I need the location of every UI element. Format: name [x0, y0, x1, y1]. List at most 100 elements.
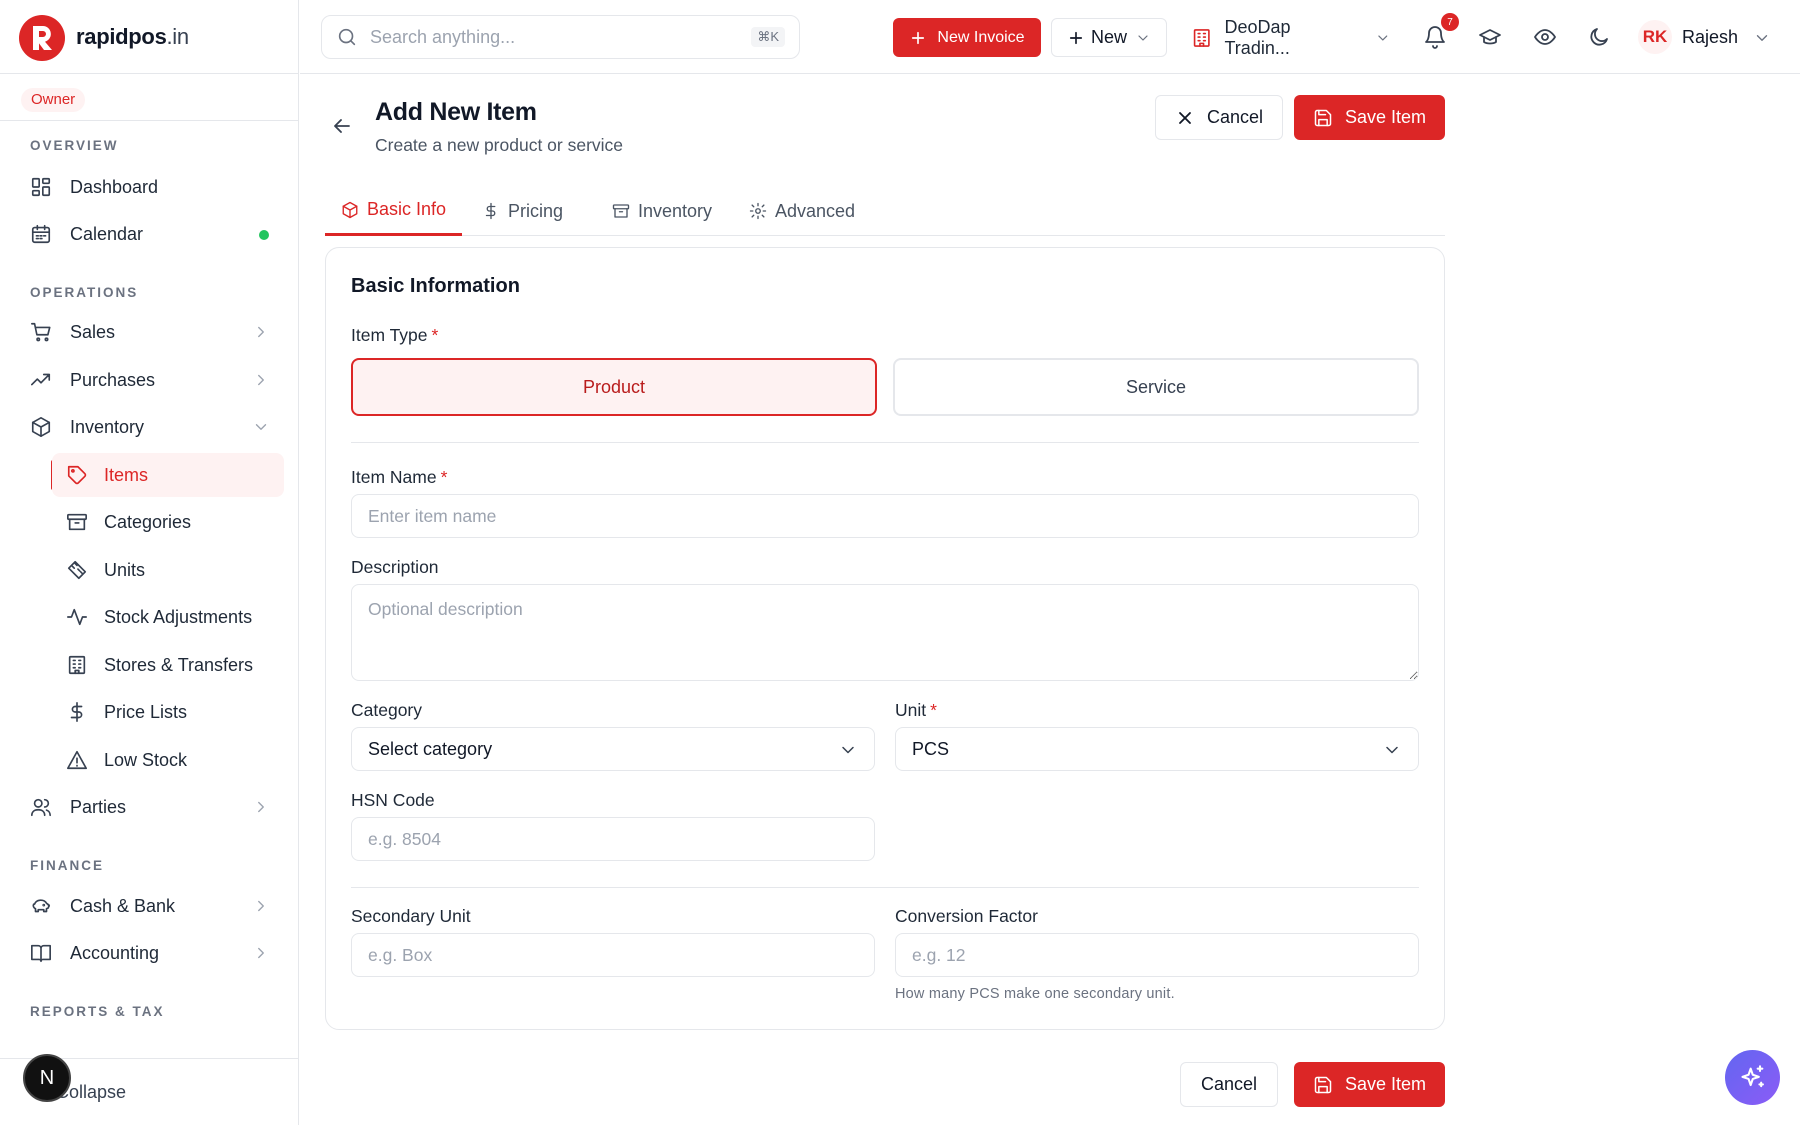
- tab-label: Pricing: [508, 200, 564, 221]
- hsn-code-input[interactable]: [351, 817, 875, 861]
- cancel-button-bottom[interactable]: Cancel: [1180, 1062, 1278, 1107]
- sidebar-item-units[interactable]: Units: [52, 548, 284, 592]
- sidebar-item-stock-adjustments[interactable]: Stock Adjustments: [52, 595, 284, 639]
- sidebar-item-categories[interactable]: Categories: [52, 500, 284, 544]
- hsn-code-label: HSN Code: [351, 790, 435, 810]
- sparkles-icon: [1740, 1064, 1764, 1087]
- unit-select[interactable]: PCS: [895, 727, 1419, 771]
- company-name: DeoDap Tradin...: [1224, 16, 1291, 58]
- package-icon: [342, 201, 358, 218]
- sidebar-item-price-lists[interactable]: Price Lists: [52, 690, 284, 734]
- user-name[interactable]: Rajesh: [1682, 27, 1738, 48]
- sidebar: rapidpos.in Owner OVERVIEW Dashboard Cal…: [0, 0, 299, 1125]
- users-icon: [31, 798, 51, 817]
- sidebar-item-calendar[interactable]: Calendar: [22, 213, 284, 255]
- sidebar-item-label: Items: [104, 464, 149, 485]
- item-name-input[interactable]: [351, 494, 1419, 538]
- category-selected-value: Select category: [368, 738, 493, 759]
- avatar[interactable]: RK: [1638, 20, 1672, 54]
- brand-logo-icon[interactable]: [19, 15, 65, 61]
- save-item-button[interactable]: Save Item: [1294, 95, 1445, 140]
- new-invoice-button[interactable]: New Invoice: [893, 18, 1041, 57]
- sidebar-item-items[interactable]: Items: [52, 453, 284, 497]
- secondary-unit-label: Secondary Unit: [351, 906, 471, 926]
- sidebar-item-label: Cash & Bank: [70, 895, 176, 916]
- tab-pricing[interactable]: Pricing: [466, 186, 579, 236]
- tab-label: Advanced: [775, 200, 856, 221]
- save-icon: [1314, 1076, 1332, 1093]
- save-icon: [1314, 109, 1332, 126]
- search-shortcut: ⌘K: [751, 27, 785, 47]
- topbar: ⌘K New Invoice New DeoDap Tradin... 7 RK…: [300, 0, 1800, 74]
- gear-icon: [749, 202, 767, 220]
- sidebar-item-parties[interactable]: Parties: [22, 786, 284, 828]
- chevron-down-icon[interactable]: [1753, 29, 1771, 47]
- page-subtitle: Create a new product or service: [375, 135, 624, 155]
- role-section: Owner: [0, 75, 299, 121]
- new-menu-button[interactable]: New: [1051, 18, 1167, 57]
- cart-icon: [31, 322, 51, 342]
- alert-triangle-icon: [67, 750, 87, 770]
- item-type-product-option[interactable]: Product: [351, 358, 877, 416]
- save-item-button-bottom[interactable]: Save Item: [1294, 1062, 1445, 1107]
- ruler-icon: [67, 560, 87, 580]
- building-icon: [68, 655, 86, 675]
- sidebar-item-purchases[interactable]: Purchases: [22, 359, 284, 401]
- brand-name[interactable]: rapidpos.in: [76, 24, 189, 50]
- save-item-label: Save Item: [1344, 107, 1427, 127]
- sidebar-item-label: Low Stock: [104, 749, 188, 770]
- search-input[interactable]: [370, 26, 730, 48]
- description-label: Description: [351, 557, 439, 577]
- piggy-bank-icon: [32, 899, 51, 913]
- brand-tld: .in: [166, 24, 190, 49]
- sidebar-item-label: Purchases: [70, 369, 156, 390]
- search-box[interactable]: ⌘K: [321, 15, 800, 59]
- package-icon: [31, 417, 51, 437]
- section-title: Basic Information: [351, 275, 520, 297]
- dev-indicator-badge[interactable]: N: [23, 1054, 71, 1102]
- tab-label: Inventory: [638, 200, 713, 221]
- section-title-operations: OPERATIONS: [30, 285, 139, 300]
- plus-icon: [1069, 31, 1083, 44]
- sidebar-item-label: Categories: [104, 511, 192, 532]
- divider: [351, 442, 1419, 443]
- cancel-label: Cancel: [1206, 107, 1264, 127]
- sidebar-item-label: Calendar: [70, 223, 144, 244]
- secondary-unit-input[interactable]: [351, 933, 875, 977]
- tab-inventory[interactable]: Inventory: [596, 186, 728, 236]
- sidebar-item-sales[interactable]: Sales: [22, 311, 284, 353]
- divider: [351, 887, 1419, 888]
- plus-icon: [912, 31, 925, 44]
- sidebar-item-accounting[interactable]: Accounting: [22, 932, 284, 974]
- sidebar-item-dashboard[interactable]: Dashboard: [22, 166, 284, 208]
- tab-basic-info[interactable]: Basic Info: [325, 186, 463, 236]
- chevron-right-icon: [258, 326, 264, 338]
- sidebar-item-low-stock[interactable]: Low Stock: [52, 738, 284, 782]
- ai-assistant-button[interactable]: [1725, 1050, 1780, 1105]
- sidebar-item-cash-bank[interactable]: Cash & Bank: [22, 885, 284, 927]
- description-textarea[interactable]: [351, 584, 1419, 681]
- chevron-down-icon: [255, 424, 267, 430]
- item-type-label: Item Type *: [351, 325, 439, 345]
- tab-advanced[interactable]: Advanced: [733, 186, 871, 236]
- sidebar-item-label: Units: [104, 559, 146, 580]
- page-title: Add New Item: [375, 98, 537, 126]
- item-type-service-option[interactable]: Service: [893, 358, 1419, 416]
- conversion-factor-input[interactable]: [895, 933, 1419, 977]
- cancel-button[interactable]: Cancel: [1155, 95, 1283, 140]
- trend-icon: [31, 373, 51, 386]
- category-label: Category: [351, 700, 423, 720]
- sidebar-item-inventory[interactable]: Inventory: [22, 406, 284, 448]
- activity-icon: [67, 608, 87, 626]
- conversion-factor-help: How many PCS make one secondary unit.: [895, 986, 1175, 1002]
- close-icon: [1179, 111, 1191, 124]
- category-select[interactable]: Select category: [351, 727, 875, 771]
- brand-header: rapidpos.in: [0, 0, 299, 74]
- eye-icon[interactable]: [1533, 25, 1557, 49]
- graduation-cap-icon[interactable]: [1478, 25, 1502, 49]
- arrow-left-icon[interactable]: [330, 114, 354, 138]
- company-switcher[interactable]: DeoDap Tradin...: [1191, 16, 1391, 58]
- sidebar-item-stores-transfers[interactable]: Stores & Transfers: [52, 643, 284, 687]
- moon-icon[interactable]: [1587, 25, 1611, 49]
- tab-label: Basic Info: [367, 199, 447, 219]
